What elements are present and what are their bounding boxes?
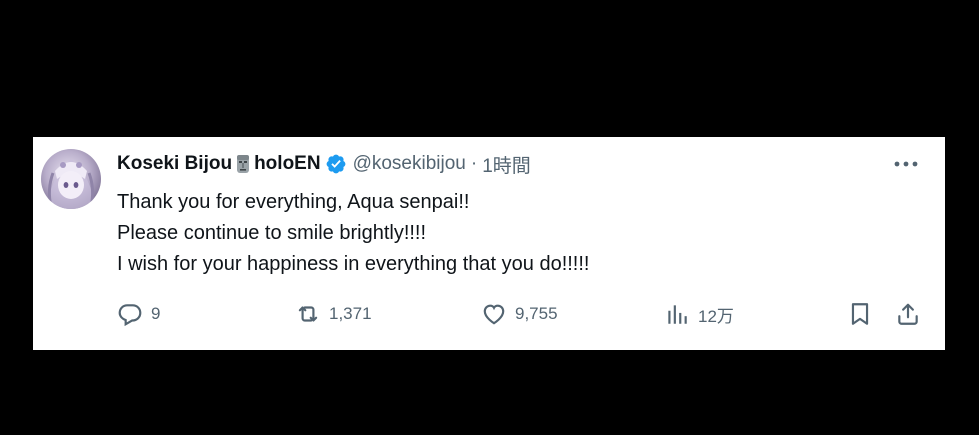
reply-bubble-icon — [118, 304, 142, 327]
reply-button[interactable]: 9 — [117, 300, 160, 328]
share-button[interactable] — [895, 300, 921, 328]
heart-icon — [483, 304, 505, 325]
tweet-line: Thank you for everything, Aqua senpai!! — [117, 191, 470, 213]
tweet-line: Please continue to smile brightly!!!! — [117, 222, 427, 244]
more-options-button[interactable] — [893, 153, 919, 175]
bookmark-button[interactable] — [847, 300, 873, 328]
display-name[interactable]: Koseki Bijou — [117, 153, 232, 175]
repost-arrows-icon — [298, 306, 318, 322]
bookmark-icon — [851, 303, 869, 325]
moai-emoji-icon — [234, 153, 252, 175]
bar-chart-icon — [668, 305, 687, 324]
more-dots-icon — [894, 161, 918, 167]
avatar-image — [47, 159, 95, 209]
avatar[interactable] — [41, 149, 101, 209]
org-name[interactable]: holoEN — [254, 153, 321, 175]
tweet-text: Thank you for everything, Aqua senpai!! … — [117, 187, 589, 280]
share-upload-icon — [898, 303, 918, 325]
reply-count: 9 — [151, 304, 161, 323]
separator-dot: · — [470, 153, 478, 174]
views-button[interactable]: 12万 — [664, 300, 734, 328]
timestamp[interactable]: 1時間 — [482, 151, 531, 178]
handle[interactable]: @kosekibijou — [353, 153, 466, 175]
tweet-actions: 9 1,371 9,755 12万 — [117, 300, 923, 328]
repost-button[interactable]: 1,371 — [295, 300, 372, 328]
verified-badge-icon — [326, 154, 345, 174]
tweet-card[interactable]: Koseki Bijou holoEN @kosekibijou · 1時間 T… — [33, 137, 945, 350]
repost-count: 1,371 — [329, 304, 372, 323]
tweet-header: Koseki Bijou holoEN @kosekibijou · 1時間 — [117, 151, 531, 177]
view-count: 12万 — [698, 306, 734, 326]
tweet-line: I wish for your happiness in everything … — [117, 253, 590, 275]
like-count: 9,755 — [515, 304, 558, 323]
like-button[interactable]: 9,755 — [481, 300, 558, 328]
